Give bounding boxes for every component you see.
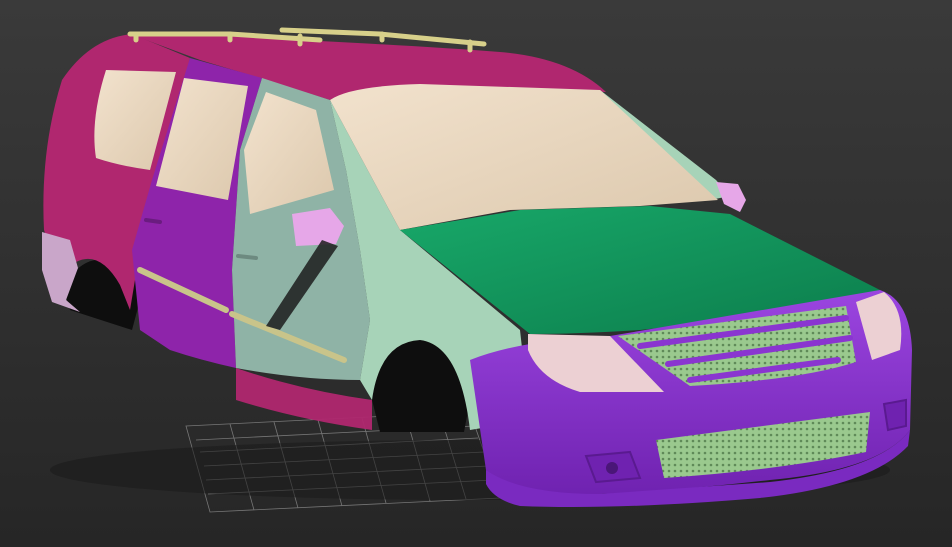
- fog-light-left-lens: [606, 462, 618, 474]
- front-door-handle: [236, 254, 258, 260]
- 3d-viewport[interactable]: [0, 0, 952, 547]
- fog-light-right: [882, 398, 907, 432]
- rear-door-handle: [144, 218, 162, 224]
